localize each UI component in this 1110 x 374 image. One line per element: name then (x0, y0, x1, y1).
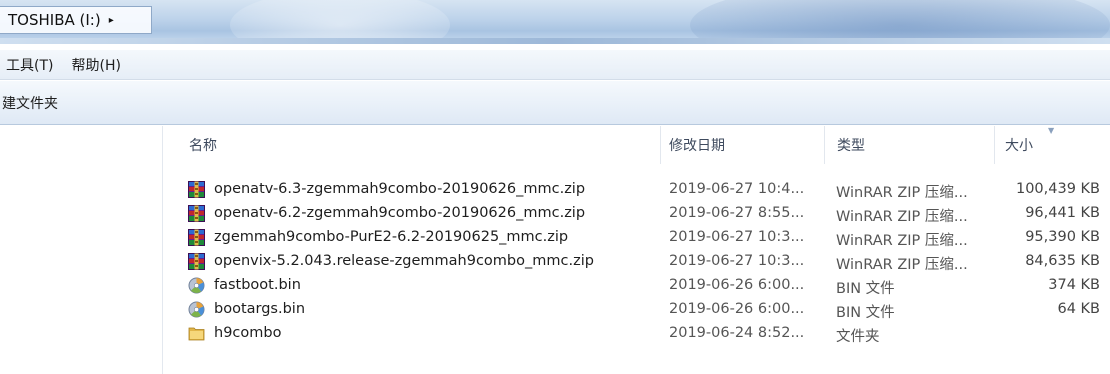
file-date: 2019-06-26 6:00... (669, 277, 805, 293)
folder-icon (188, 325, 205, 342)
file-row[interactable]: fastboot.bin 2019-06-26 6:00... BIN 文件 374 … (164, 274, 1110, 298)
file-list[interactable]: 名称 修改日期 类型 大小 ▼ openatv-6.3-zgemmah9comb… (164, 126, 1110, 374)
file-date: 2019-06-24 8:52... (669, 325, 805, 341)
file-date: 2019-06-26 6:00... (669, 301, 805, 317)
column-header-type[interactable]: 类型 (825, 126, 995, 164)
file-name[interactable]: zgemmah9combo-PurE2-6.2-20190625_mmc.zip (214, 229, 568, 245)
file-row[interactable]: h9combo 2019-06-24 8:52... 文件夹 (164, 322, 1110, 346)
file-row[interactable]: openatv-6.3-zgemmah9combo-20190626_mmc.z… (164, 178, 1110, 202)
bin-file-icon (188, 301, 205, 318)
file-date: 2019-06-27 8:55... (669, 205, 805, 221)
bin-file-icon (188, 277, 205, 294)
file-type: WinRAR ZIP 压缩... (836, 209, 968, 225)
file-date: 2019-06-27 10:3... (669, 229, 805, 245)
address-bar: TOSHIBA (I:) ▸ (0, 0, 1110, 44)
file-row[interactable]: openvix-5.2.043.release-zgemmah9combo_mm… (164, 250, 1110, 274)
breadcrumb-drive[interactable]: TOSHIBA (I:) (8, 11, 101, 29)
column-header-name[interactable]: 名称 (164, 126, 661, 164)
file-row[interactable]: zgemmah9combo-PurE2-6.2-20190625_mmc.zip… (164, 226, 1110, 250)
winrar-archive-icon (188, 229, 205, 246)
menu-tools[interactable]: 工具(T) (0, 55, 65, 75)
file-name[interactable]: fastboot.bin (214, 277, 301, 293)
file-size: 374 KB (1048, 277, 1100, 293)
file-size: 64 KB (1057, 301, 1100, 317)
file-name[interactable]: h9combo (214, 325, 281, 341)
sort-indicator-icon: ▼ (1048, 126, 1055, 135)
command-bar: 建文件夹 (0, 81, 1110, 125)
file-date: 2019-06-27 10:3... (669, 253, 805, 269)
menu-bar: 工具(T) 帮助(H) (0, 50, 1110, 80)
file-type: WinRAR ZIP 压缩... (836, 233, 968, 249)
breadcrumb-arrow-icon[interactable]: ▸ (109, 15, 114, 26)
winrar-archive-icon (188, 181, 205, 198)
file-name[interactable]: openvix-5.2.043.release-zgemmah9combo_mm… (214, 253, 594, 269)
file-date: 2019-06-27 10:4... (669, 181, 805, 197)
file-type: WinRAR ZIP 压缩... (836, 257, 968, 273)
file-name[interactable]: openatv-6.3-zgemmah9combo-20190626_mmc.z… (214, 181, 585, 197)
file-name[interactable]: openatv-6.2-zgemmah9combo-20190626_mmc.z… (214, 205, 585, 221)
column-header-date[interactable]: 修改日期 (661, 126, 825, 164)
new-folder-button[interactable]: 建文件夹 (0, 93, 58, 113)
file-size: 84,635 KB (1025, 253, 1100, 269)
winrar-archive-icon (188, 253, 205, 270)
file-size: 100,439 KB (1015, 181, 1100, 197)
menu-help[interactable]: 帮助(H) (65, 55, 132, 75)
file-type: 文件夹 (836, 329, 880, 345)
breadcrumb[interactable]: TOSHIBA (I:) ▸ (0, 6, 152, 34)
navigation-pane[interactable] (0, 126, 163, 374)
file-type: BIN 文件 (836, 281, 895, 297)
winrar-archive-icon (188, 205, 205, 222)
file-size: 96,441 KB (1025, 205, 1100, 221)
file-row[interactable]: bootargs.bin 2019-06-26 6:00... BIN 文件 64 K… (164, 298, 1110, 322)
file-name[interactable]: bootargs.bin (214, 301, 305, 317)
file-size: 95,390 KB (1025, 229, 1100, 245)
file-row[interactable]: openatv-6.2-zgemmah9combo-20190626_mmc.z… (164, 202, 1110, 226)
file-type: WinRAR ZIP 压缩... (836, 185, 968, 201)
file-type: BIN 文件 (836, 305, 895, 321)
